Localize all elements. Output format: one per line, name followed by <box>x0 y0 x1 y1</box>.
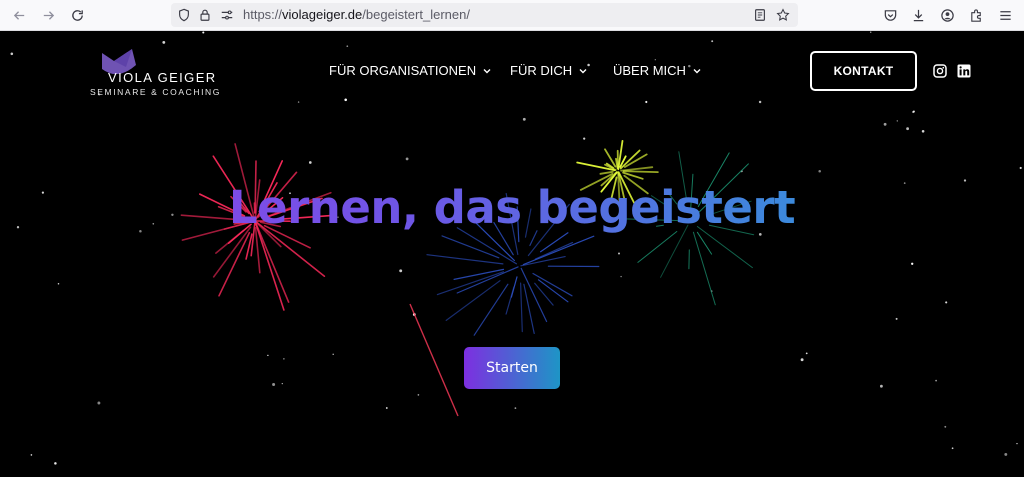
chevron-down-icon <box>579 68 587 73</box>
pocket-button[interactable] <box>880 5 900 25</box>
permissions-icon[interactable] <box>219 7 235 23</box>
pocket-icon <box>884 9 896 21</box>
nav-item-organisationen[interactable]: FÜR ORGANISATIONEN <box>329 63 492 78</box>
address-bar[interactable]: https://violageiger.de/begeistert_lernen… <box>171 3 798 27</box>
nav-item-fuer-dich[interactable]: FÜR DICH <box>510 63 588 78</box>
nav-label: ÜBER MICH <box>613 63 686 78</box>
back-button[interactable] <box>9 5 29 25</box>
fireworks-animation <box>180 140 755 417</box>
url-scheme: https:// <box>243 7 283 22</box>
logo-name: VIOLA GEIGER <box>108 70 217 85</box>
linkedin-icon[interactable] <box>957 64 971 78</box>
shield-icon[interactable] <box>176 7 192 23</box>
lock-icon[interactable] <box>197 7 213 23</box>
puzzle-icon <box>970 8 981 22</box>
reload-icon <box>71 9 83 21</box>
firework-streak <box>409 303 459 417</box>
start-button[interactable]: Starten <box>464 347 560 389</box>
instagram-icon[interactable] <box>933 64 947 78</box>
nav-label: FÜR ORGANISATIONEN <box>329 63 477 78</box>
web-page: VIOLA GEIGER SEMINARE & COACHING FÜR ORG… <box>0 31 1024 477</box>
site-logo[interactable]: VIOLA GEIGER SEMINARE & COACHING <box>88 47 221 97</box>
nav-item-ueber-mich[interactable]: ÜBER MICH <box>613 63 702 78</box>
downloads-button[interactable] <box>908 5 928 25</box>
account-button[interactable] <box>937 5 957 25</box>
reader-view-icon[interactable] <box>752 7 768 23</box>
hamburger-icon <box>999 10 1011 20</box>
reload-button[interactable] <box>67 5 87 25</box>
chevron-down-icon <box>483 68 491 73</box>
forward-arrow-icon <box>43 10 54 20</box>
account-icon <box>940 8 954 22</box>
contact-button[interactable]: KONTAKT <box>810 51 917 91</box>
nav-label: FÜR DICH <box>510 63 573 78</box>
url-domain: violageiger.de <box>282 7 363 22</box>
url-text[interactable]: https://violageiger.de/begeistert_lernen… <box>243 7 470 22</box>
forward-button[interactable] <box>38 5 58 25</box>
back-arrow-icon <box>13 10 24 20</box>
hero-title: Lernen, das begeistert <box>0 181 1024 234</box>
chevron-down-icon <box>693 68 701 73</box>
logo-subtitle: SEMINARE & COACHING <box>90 87 221 97</box>
browser-toolbar: https://violageiger.de/begeistert_lernen… <box>0 0 1024 31</box>
bookmark-star-icon[interactable] <box>775 7 791 23</box>
download-icon <box>913 9 923 21</box>
extensions-button[interactable] <box>966 5 986 25</box>
menu-button[interactable] <box>995 5 1015 25</box>
url-path: /begeistert_lernen/ <box>362 7 470 22</box>
